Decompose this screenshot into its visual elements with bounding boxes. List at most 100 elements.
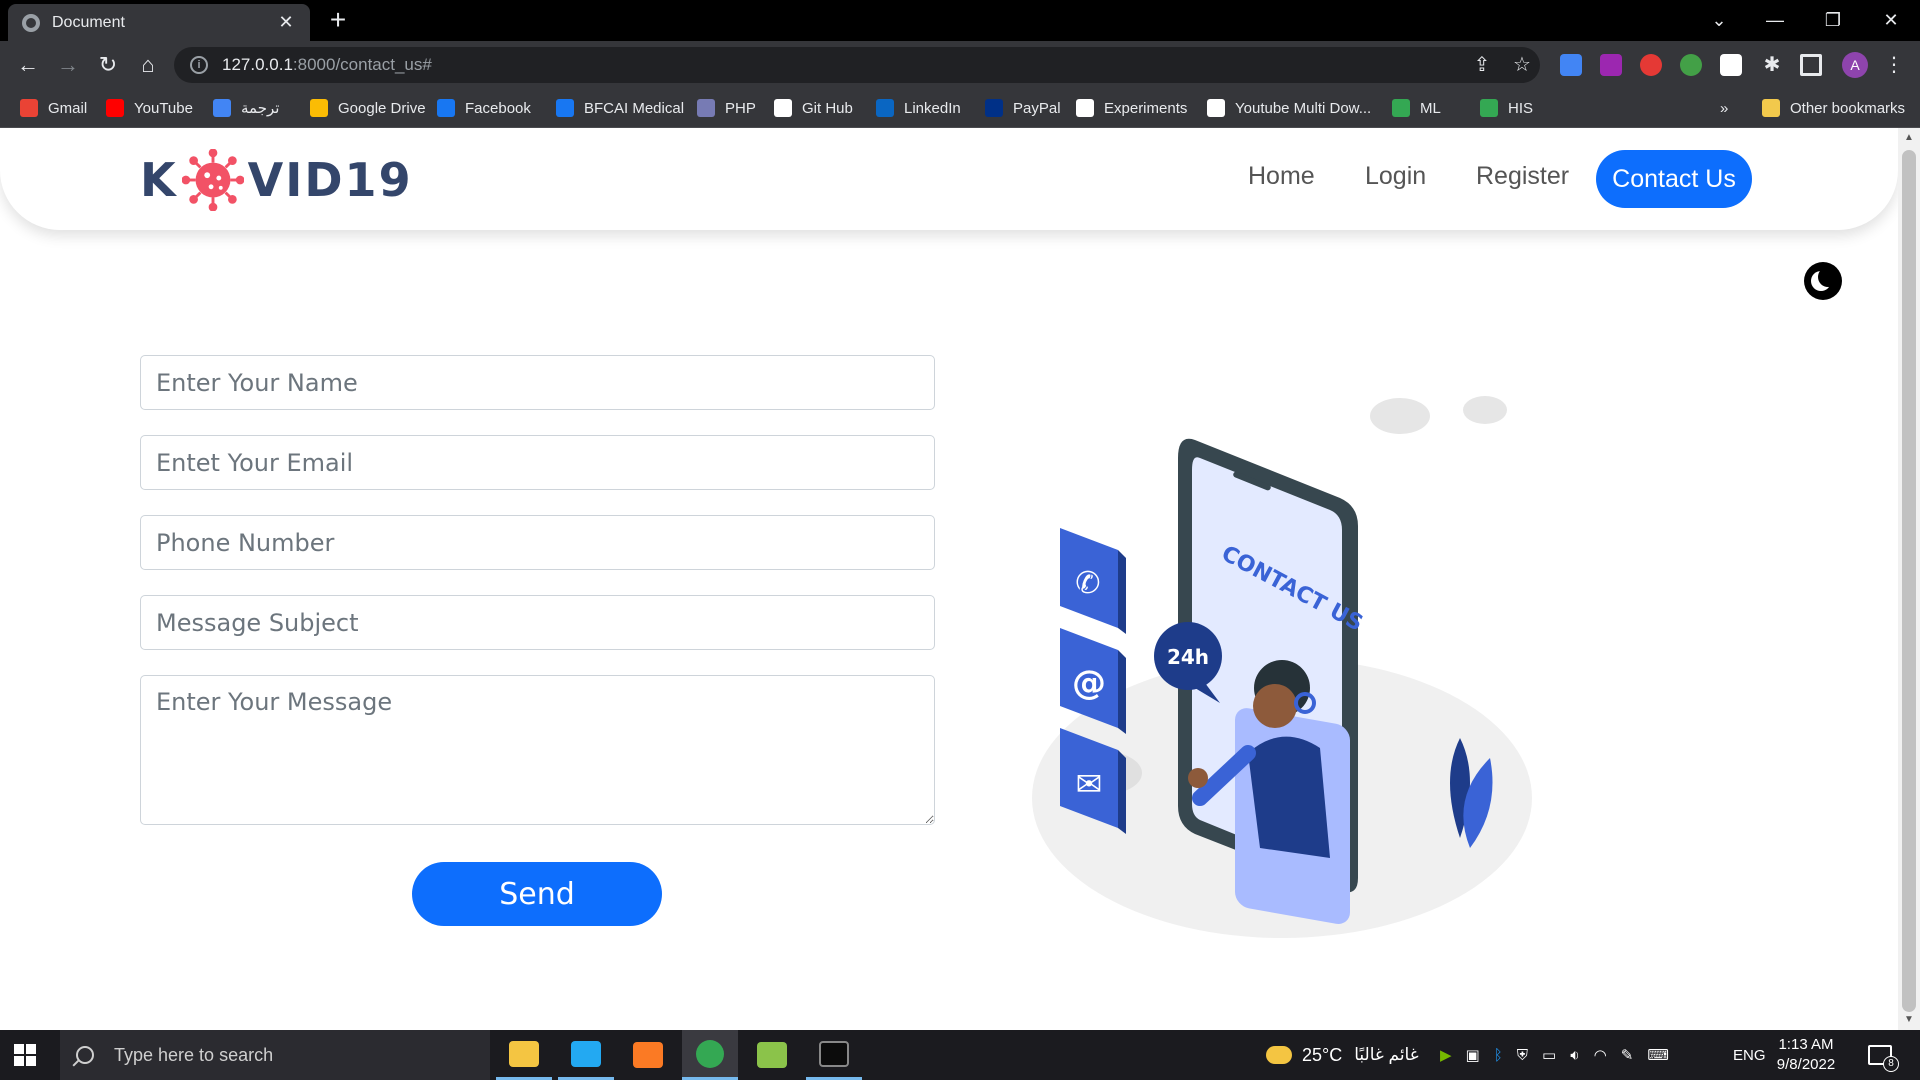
nav-home-link[interactable]: Home <box>1248 162 1315 191</box>
nav-register-link[interactable]: Register <box>1476 162 1569 191</box>
message-textarea[interactable] <box>140 675 935 825</box>
back-icon[interactable]: ← <box>12 49 44 81</box>
bookmark-item[interactable]: PayPal <box>985 96 1061 120</box>
svg-text:✉: ✉ <box>1076 766 1103 802</box>
nvidia-tray-icon[interactable]: ▶ <box>1440 1046 1452 1064</box>
terminal-taskbar-icon[interactable] <box>806 1030 862 1080</box>
close-window-button[interactable]: ✕ <box>1862 0 1920 41</box>
bookmark-item[interactable]: Experiments <box>1076 96 1187 120</box>
url-text[interactable]: 127.0.0.1:8000/contact_us# <box>222 55 432 75</box>
bookmark-favicon-icon <box>106 99 124 117</box>
minimize-button[interactable]: — <box>1746 0 1804 41</box>
bookmark-item[interactable]: ترجمة <box>213 96 279 120</box>
bluetooth-tray-icon[interactable]: ᛒ <box>1494 1047 1503 1064</box>
weather-widget[interactable]: 25°C غائم غالبًا <box>1266 1030 1419 1080</box>
bookmark-item[interactable]: Google Drive <box>310 96 426 120</box>
name-input[interactable] <box>140 355 935 410</box>
reload-icon[interactable]: ↻ <box>92 49 124 81</box>
profile-avatar[interactable]: A <box>1842 52 1868 78</box>
system-tray-icons: ▶ ▣ ᛒ ⛨ ▭ 🔉︎ ◠ ✎ ⌨ <box>1440 1030 1669 1080</box>
bookmark-favicon-icon <box>697 99 715 117</box>
scrollbar-thumb[interactable] <box>1902 150 1916 1012</box>
security-shield-tray-icon[interactable]: ⛨ <box>1517 1047 1528 1064</box>
browser-tab[interactable]: Document ✕ <box>8 4 310 41</box>
bookmark-favicon-icon <box>556 99 574 117</box>
bookmark-label: Google Drive <box>338 99 426 117</box>
bookmark-item[interactable]: Gmail <box>20 96 87 120</box>
xampp-taskbar-icon[interactable] <box>620 1030 676 1080</box>
bookmark-label: LinkedIn <box>904 99 961 117</box>
bookmark-label: Gmail <box>48 99 88 117</box>
site-logo[interactable]: K VID19 <box>140 148 413 212</box>
phone-tile-icon: ✆ <box>1060 528 1126 634</box>
scroll-down-arrow-icon[interactable]: ▼ <box>1903 1014 1915 1025</box>
nav-contact-us-button[interactable]: Contact Us <box>1596 150 1752 208</box>
bookmark-item[interactable]: HIS <box>1480 96 1533 120</box>
bookmark-label: Experiments <box>1104 99 1188 117</box>
bookmark-item[interactable]: BFCAI Medical <box>556 96 684 120</box>
file-explorer-taskbar-icon[interactable] <box>496 1030 552 1080</box>
phone-input[interactable] <box>140 515 935 570</box>
bookmark-item[interactable]: LinkedIn <box>876 96 961 120</box>
menu-kebab-icon[interactable]: ⋮ <box>1882 53 1906 77</box>
site-info-icon[interactable]: i <box>190 56 208 74</box>
taskbar-clock[interactable]: 1:13 AM 9/8/2022 <box>1756 1035 1856 1075</box>
color-extension-icon[interactable] <box>1680 54 1702 76</box>
bookmark-label: PayPal <box>1013 99 1061 117</box>
lambda-app-taskbar-icon[interactable] <box>744 1030 800 1080</box>
bookmark-label: Git Hub <box>802 99 853 117</box>
extensions-puzzle-icon[interactable]: ✱ <box>1760 53 1784 77</box>
forward-icon[interactable]: → <box>52 49 84 81</box>
scroll-up-arrow-icon[interactable]: ▲ <box>1903 132 1915 143</box>
bookmark-item[interactable]: Git Hub <box>774 96 853 120</box>
page-scrollbar[interactable]: ▲ ▼ <box>1898 128 1920 1030</box>
subject-input[interactable] <box>140 595 935 650</box>
taskbar-search-box[interactable]: Type here to search <box>60 1030 490 1080</box>
bookmark-item[interactable]: Facebook <box>437 96 531 120</box>
bookmark-favicon-icon <box>774 99 792 117</box>
adblock-extension-icon[interactable] <box>1640 54 1662 76</box>
bookmark-favicon-icon <box>1480 99 1498 117</box>
meet-tray-icon[interactable]: ▣ <box>1466 1046 1480 1064</box>
new-tab-button[interactable]: + <box>324 6 352 34</box>
windows-start-icon[interactable] <box>14 1044 36 1066</box>
bookmark-favicon-icon <box>1392 99 1410 117</box>
chrome-taskbar-icon[interactable] <box>682 1030 738 1080</box>
send-button[interactable]: Send <box>412 862 662 926</box>
side-panel-icon[interactable] <box>1800 54 1822 76</box>
vscode-taskbar-icon[interactable] <box>558 1030 614 1080</box>
restore-button[interactable]: ❐ <box>1804 0 1862 41</box>
wifi-tray-icon[interactable]: ◠ <box>1594 1046 1607 1064</box>
b-extension-icon[interactable] <box>1720 54 1742 76</box>
home-icon[interactable]: ⌂ <box>132 49 164 81</box>
bookmark-label: PHP <box>725 99 756 117</box>
tab-search-icon[interactable]: ⌄ <box>1690 0 1748 41</box>
pen-tray-icon[interactable]: ✎ <box>1621 1046 1634 1064</box>
keyboard-tray-icon[interactable]: ⌨ <box>1647 1046 1669 1064</box>
address-bar[interactable]: i 127.0.0.1:8000/contact_us# <box>174 47 1540 83</box>
bookmark-item[interactable]: YouTube <box>106 96 193 120</box>
search-icon <box>76 1046 94 1064</box>
bookmark-favicon-icon <box>985 99 1003 117</box>
nav-login-link[interactable]: Login <box>1365 162 1426 191</box>
bookmark-item[interactable]: ML <box>1392 96 1441 120</box>
bookmark-star-icon[interactable]: ☆ <box>1510 53 1534 77</box>
email-input[interactable] <box>140 435 935 490</box>
close-tab-icon[interactable]: ✕ <box>276 12 296 33</box>
bookmark-label: ترجمة <box>241 100 280 117</box>
bookmark-label: HIS <box>1508 99 1534 117</box>
other-bookmarks-folder[interactable]: Other bookmarks <box>1762 96 1905 120</box>
share-icon[interactable]: ⇪ <box>1470 53 1494 77</box>
pen-extension-icon[interactable] <box>1600 54 1622 76</box>
bookmark-item[interactable]: Youtube Multi Dow... <box>1207 96 1371 120</box>
bookmark-favicon-icon <box>1207 99 1225 117</box>
bookmark-favicon-icon <box>1076 99 1094 117</box>
more-bookmarks-button[interactable]: » <box>1720 96 1728 120</box>
dark-mode-toggle-moon-icon[interactable] <box>1804 262 1842 300</box>
volume-tray-icon[interactable]: 🔉︎ <box>1570 1047 1579 1064</box>
notification-center-icon[interactable]: 8 <box>1868 1030 1899 1080</box>
battery-tray-icon[interactable]: ▭ <box>1542 1046 1556 1064</box>
svg-text:✆: ✆ <box>1075 567 1100 600</box>
bookmark-item[interactable]: PHP <box>697 96 756 120</box>
translate-extension-icon[interactable] <box>1560 54 1582 76</box>
